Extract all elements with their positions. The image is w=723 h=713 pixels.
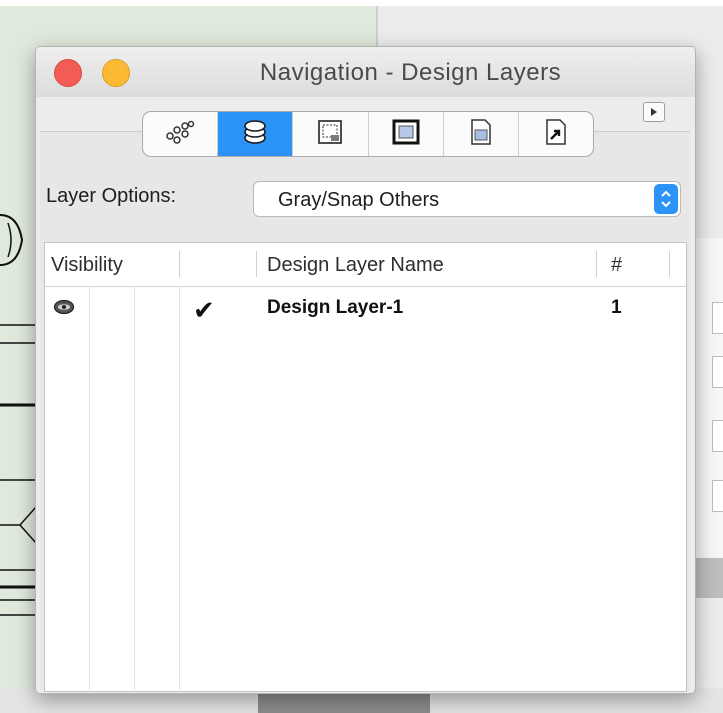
active-layer-checkmark: ✔ (193, 295, 215, 325)
column-divider (179, 286, 180, 693)
window-title: Navigation - Design Layers (259, 59, 562, 86)
visibility-subcolumn-divider (134, 286, 135, 693)
column-separator[interactable] (179, 251, 180, 277)
navigation-palette: Navigation - Design Layers Layer Options… (35, 46, 696, 694)
select-arrows-icon (654, 184, 678, 214)
saved-views-icon (391, 118, 421, 151)
tab-design-layers[interactable] (218, 112, 294, 156)
table-header: Visibility Design Layer Name # (45, 243, 686, 287)
column-header-design-layer-name[interactable]: Design Layer Name (267, 254, 444, 277)
layer-options-label: Layer Options: (46, 185, 177, 207)
layer-options-selected-value: Gray/Snap Others (278, 189, 440, 211)
tab-classes[interactable] (143, 112, 219, 156)
design-layer-number: 1 (611, 297, 622, 318)
tab-symbol-links[interactable] (519, 112, 593, 156)
background-field (712, 420, 723, 452)
design-layer-name[interactable]: Design Layer-1 (267, 297, 403, 319)
palette-titlebar[interactable]: Navigation - Design Layers (36, 47, 695, 97)
background-field (712, 302, 723, 334)
sheet-layers-icon (317, 119, 343, 150)
column-header-number[interactable]: # (611, 254, 622, 277)
column-header-visibility[interactable]: Visibility (51, 254, 123, 277)
referenced-file-icon (469, 118, 493, 151)
column-separator[interactable] (669, 251, 670, 277)
column-separator[interactable] (596, 251, 597, 277)
background-cad-lines (0, 214, 40, 616)
layer-options-select[interactable]: Gray/Snap Others (253, 181, 681, 217)
close-button[interactable] (54, 59, 82, 87)
column-separator[interactable] (256, 251, 257, 277)
tab-sheet-layers[interactable] (293, 112, 369, 156)
navigation-tab-strip (142, 111, 594, 157)
layer-options-row: Layer Options: Gray/Snap Others (46, 181, 681, 217)
tab-referenced-files[interactable] (444, 112, 519, 156)
eye-icon[interactable] (53, 299, 75, 321)
background-field (712, 480, 723, 512)
design-layers-stack-icon (242, 118, 268, 151)
visibility-subcolumn-divider (89, 286, 90, 693)
background-field (712, 356, 723, 388)
symbol-link-icon (544, 118, 568, 151)
tab-saved-views[interactable] (369, 112, 444, 156)
design-layer-table: Visibility Design Layer Name # ✔ Design … (44, 242, 687, 693)
class-hierarchy-icon (165, 120, 195, 149)
palette-menu-button[interactable] (643, 102, 665, 122)
